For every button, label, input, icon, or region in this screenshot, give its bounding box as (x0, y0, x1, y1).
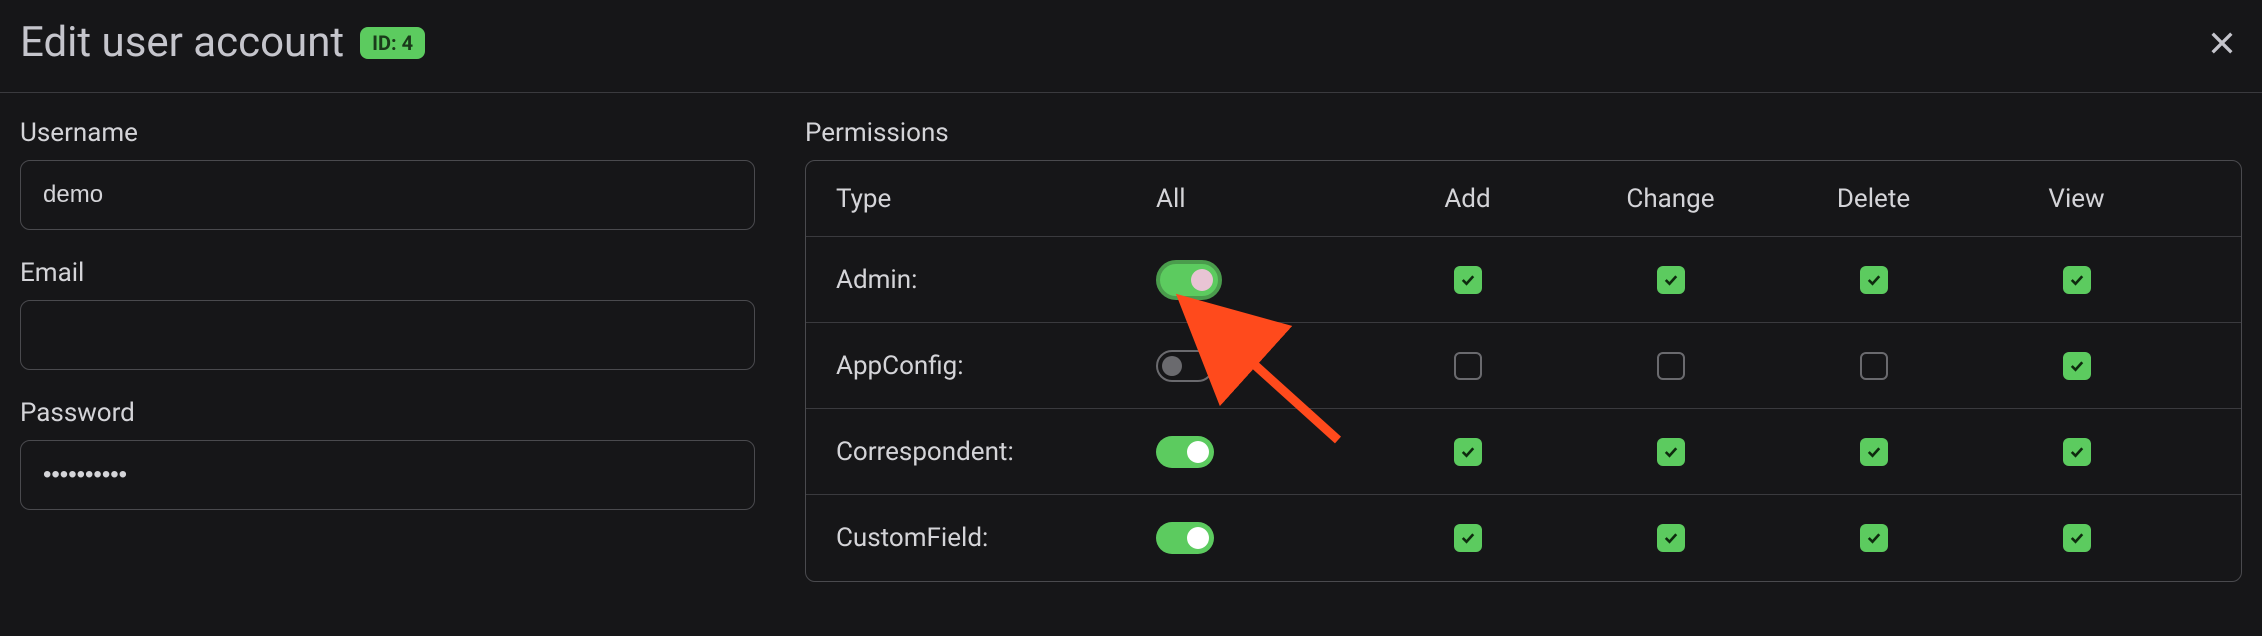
id-badge: ID: 4 (360, 27, 425, 59)
col-header-add: Add (1366, 184, 1569, 214)
permission-type-label: AppConfig: (806, 351, 1156, 381)
permission-all-toggle[interactable] (1156, 436, 1214, 468)
permission-all-toggle[interactable] (1156, 522, 1214, 554)
permission-row: AppConfig: (806, 323, 2241, 409)
permission-row: Correspondent: (806, 409, 2241, 495)
col-header-change: Change (1569, 184, 1772, 214)
permission-checkbox[interactable] (2063, 524, 2091, 552)
permission-checkbox[interactable] (1454, 438, 1482, 466)
username-input[interactable] (20, 160, 755, 230)
close-button[interactable] (2202, 23, 2242, 63)
permission-checkbox[interactable] (1454, 524, 1482, 552)
password-input[interactable] (20, 440, 755, 510)
permissions-header-row: Type All Add Change Delete View (806, 161, 2241, 237)
permission-checkbox[interactable] (1657, 266, 1685, 294)
permission-type-label: Correspondent: (806, 437, 1156, 467)
permission-checkbox[interactable] (2063, 352, 2091, 380)
email-input[interactable] (20, 300, 755, 370)
col-header-delete: Delete (1772, 184, 1975, 214)
permission-checkbox[interactable] (2063, 438, 2091, 466)
page-title: Edit user account (20, 18, 344, 67)
permission-all-toggle[interactable] (1156, 260, 1222, 300)
permission-checkbox[interactable] (2063, 266, 2091, 294)
permissions-label: Permissions (805, 118, 2242, 148)
permission-checkbox[interactable] (1454, 352, 1482, 380)
close-icon (2206, 27, 2238, 59)
permission-checkbox[interactable] (1657, 352, 1685, 380)
permissions-table: Type All Add Change Delete View Admin: Ap… (805, 160, 2242, 582)
col-header-all: All (1156, 184, 1366, 214)
permission-checkbox[interactable] (1454, 266, 1482, 294)
password-label: Password (20, 398, 755, 428)
col-header-type: Type (806, 184, 1156, 214)
permission-type-label: Admin: (806, 265, 1156, 295)
permission-checkbox[interactable] (1860, 438, 1888, 466)
permission-checkbox[interactable] (1657, 438, 1685, 466)
permission-all-toggle[interactable] (1156, 350, 1214, 382)
permission-checkbox[interactable] (1860, 266, 1888, 294)
permission-row: CustomField: (806, 495, 2241, 581)
permission-checkbox[interactable] (1860, 524, 1888, 552)
permission-checkbox[interactable] (1860, 352, 1888, 380)
permission-checkbox[interactable] (1657, 524, 1685, 552)
permission-type-label: CustomField: (806, 523, 1156, 553)
username-label: Username (20, 118, 755, 148)
email-label: Email (20, 258, 755, 288)
permission-row: Admin: (806, 237, 2241, 323)
col-header-view: View (1975, 184, 2178, 214)
